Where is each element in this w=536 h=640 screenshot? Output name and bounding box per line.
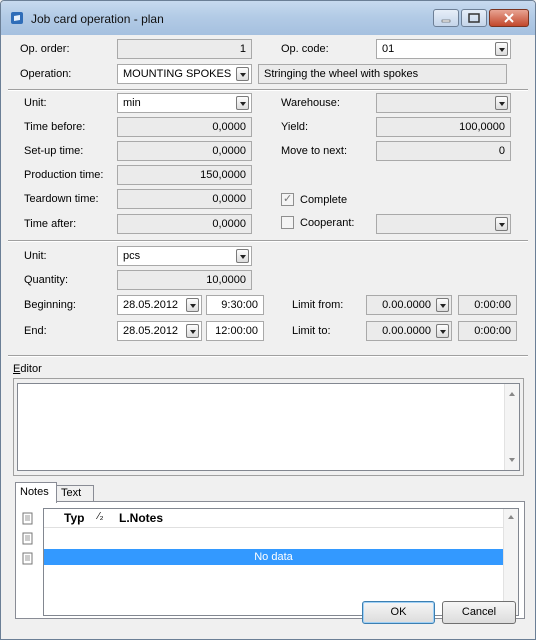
- column-header-order[interactable]: ⁄₂: [98, 511, 104, 522]
- setup-time-label: Set-up time:: [24, 145, 84, 157]
- beginning-date-value: 28.05.2012: [123, 299, 179, 311]
- qty-unit-combo[interactable]: pcs: [117, 246, 252, 266]
- limit-from-label: Limit from:: [292, 299, 344, 311]
- time-before-label: Time before:: [24, 121, 86, 133]
- dialog-body: Op. order: 1 Op. code: 01 Operation: MOU…: [8, 35, 528, 632]
- quantity-field[interactable]: 10,0000: [117, 270, 252, 290]
- dropdown-arrow-icon[interactable]: [236, 249, 249, 263]
- qty-unit-value: pcs: [123, 250, 141, 262]
- divider: [8, 355, 528, 357]
- minimize-icon: [441, 19, 451, 23]
- limit-to-date-combo[interactable]: 0.00.0000: [366, 321, 452, 341]
- dropdown-arrow-icon[interactable]: [436, 324, 449, 338]
- production-time-field[interactable]: 150,0000: [117, 165, 252, 185]
- tab-notes[interactable]: Notes: [15, 482, 57, 503]
- teardown-time-field[interactable]: 0,0000: [117, 189, 252, 209]
- move-to-next-field[interactable]: 0: [376, 141, 511, 161]
- column-header-lnotes[interactable]: L.Notes: [119, 511, 163, 525]
- setup-time-field[interactable]: 0,0000: [117, 141, 252, 161]
- dropdown-arrow-icon[interactable]: [495, 217, 508, 231]
- divider: [8, 240, 528, 242]
- scroll-down-icon[interactable]: [509, 458, 515, 462]
- dropdown-arrow-icon[interactable]: [495, 42, 508, 56]
- op-code-combo[interactable]: 01: [376, 39, 511, 59]
- limit-to-label: Limit to:: [292, 325, 331, 337]
- dialog-window: Job card operation - plan Op. order: 1 O…: [0, 0, 536, 640]
- end-date-value: 28.05.2012: [123, 325, 179, 337]
- yield-label: Yield:: [281, 121, 309, 133]
- dropdown-arrow-icon[interactable]: [186, 324, 199, 338]
- cooperant-label: Cooperant:: [300, 217, 355, 229]
- dropdown-arrow-icon[interactable]: [436, 298, 449, 312]
- end-date-combo[interactable]: 28.05.2012: [117, 321, 202, 341]
- cancel-button[interactable]: Cancel: [442, 601, 516, 624]
- time-unit-label: Unit:: [24, 97, 47, 109]
- limit-to-date-value: 0.00.0000: [382, 325, 431, 337]
- beginning-time-field[interactable]: 9:30:00: [206, 295, 264, 315]
- limit-from-time-field[interactable]: 0:00:00: [458, 295, 517, 315]
- close-icon: [504, 13, 514, 23]
- notes-grid[interactable]: Typ ⁄₂ L.Notes No data: [43, 508, 519, 616]
- maximize-icon: [468, 13, 480, 23]
- end-label: End:: [24, 325, 47, 337]
- scroll-up-icon[interactable]: [508, 515, 514, 519]
- no-data-row: No data: [44, 549, 503, 565]
- cooperant-combo[interactable]: [376, 214, 511, 234]
- quantity-label: Quantity:: [24, 274, 69, 286]
- end-time-field[interactable]: 12:00:00: [206, 321, 264, 341]
- window-title: Job card operation - plan: [31, 12, 164, 26]
- note-icon[interactable]: [22, 532, 35, 546]
- operation-description[interactable]: Stringing the wheel with spokes: [258, 64, 507, 84]
- limit-to-time-field[interactable]: 0:00:00: [458, 321, 517, 341]
- qty-unit-label: Unit:: [24, 250, 47, 262]
- op-order-label: Op. order:: [20, 43, 70, 55]
- complete-label: Complete: [300, 194, 348, 206]
- warehouse-label: Warehouse:: [281, 97, 340, 109]
- warehouse-combo[interactable]: [376, 93, 511, 113]
- beginning-label: Beginning:: [24, 299, 76, 311]
- operation-value: MOUNTING SPOKES: [123, 68, 232, 80]
- editor-textarea[interactable]: [17, 383, 520, 471]
- complete-checkbox[interactable]: [281, 192, 294, 206]
- production-time-label: Production time:: [24, 169, 104, 181]
- op-order-field[interactable]: 1: [117, 39, 252, 59]
- dropdown-arrow-icon[interactable]: [495, 96, 508, 110]
- ok-button[interactable]: OK: [362, 601, 435, 624]
- operation-label: Operation:: [20, 68, 72, 80]
- editor-label: Editor: [13, 363, 42, 375]
- tab-text[interactable]: Text: [56, 485, 94, 501]
- editor-scrollbar[interactable]: [504, 384, 519, 470]
- divider: [8, 89, 528, 91]
- column-header-typ[interactable]: Typ: [64, 511, 84, 525]
- limit-from-date-value: 0.00.0000: [382, 299, 431, 311]
- app-icon: [11, 12, 23, 24]
- time-before-field[interactable]: 0,0000: [117, 117, 252, 137]
- time-unit-combo[interactable]: min: [117, 93, 252, 113]
- note-icon[interactable]: [22, 552, 35, 566]
- scroll-up-icon[interactable]: [509, 392, 515, 396]
- title-bar[interactable]: Job card operation - plan: [1, 1, 535, 35]
- teardown-time-label: Teardown time:: [24, 193, 99, 205]
- beginning-date-combo[interactable]: 28.05.2012: [117, 295, 202, 315]
- operation-combo[interactable]: MOUNTING SPOKES: [117, 64, 252, 84]
- dropdown-arrow-icon[interactable]: [236, 96, 249, 110]
- cooperant-checkbox[interactable]: [281, 216, 294, 229]
- time-after-label: Time after:: [24, 218, 77, 230]
- yield-field[interactable]: 100,0000: [376, 117, 511, 137]
- grid-header: Typ ⁄₂ L.Notes: [44, 509, 503, 528]
- limit-from-date-combo[interactable]: 0.00.0000: [366, 295, 452, 315]
- close-button[interactable]: [489, 9, 529, 27]
- time-unit-value: min: [123, 97, 141, 109]
- dropdown-arrow-icon[interactable]: [186, 298, 199, 312]
- note-icon[interactable]: [22, 512, 35, 526]
- move-to-next-label: Move to next:: [281, 145, 348, 157]
- grid-scrollbar[interactable]: [503, 509, 518, 615]
- time-after-field[interactable]: 0,0000: [117, 214, 252, 234]
- op-code-value: 01: [382, 43, 395, 55]
- minimize-button[interactable]: [433, 9, 459, 27]
- dropdown-arrow-icon[interactable]: [236, 67, 249, 81]
- op-code-label: Op. code:: [281, 43, 329, 55]
- maximize-button[interactable]: [461, 9, 487, 27]
